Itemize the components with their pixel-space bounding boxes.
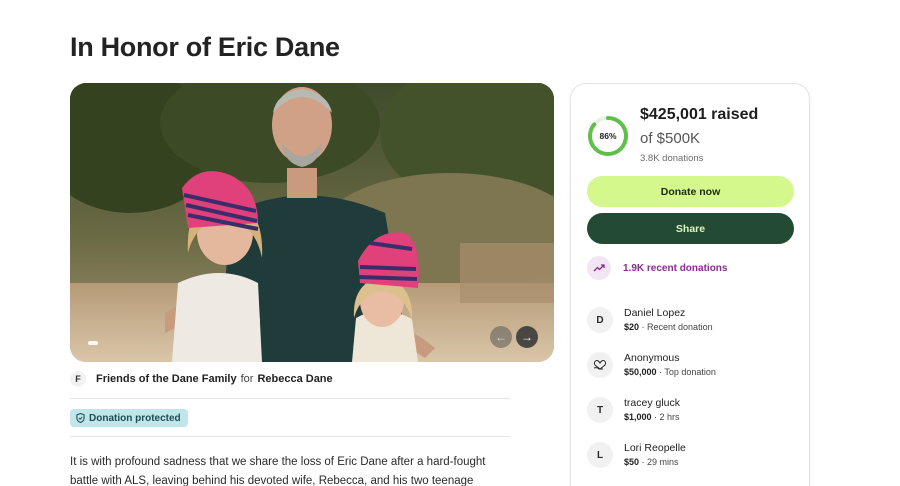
organizer-for-text: for: [240, 373, 254, 385]
campaign-photo: [70, 83, 554, 362]
carousel-prev-button[interactable]: ←: [490, 326, 512, 348]
donor-name: Daniel Lopez: [624, 307, 686, 319]
donor-name: tracey gluck: [624, 397, 681, 409]
heart-hand-icon: [587, 352, 613, 378]
amount-raised: $425,001 raised: [640, 106, 759, 123]
divider: [70, 398, 510, 399]
arrow-left-icon: ←: [495, 330, 507, 344]
page-title: In Honor of Eric Dane: [70, 32, 340, 62]
progress-percent: 86%: [599, 131, 617, 141]
organizer-line: F Friends of the Dane Family for Rebecca…: [70, 371, 333, 387]
donor-note: · Recent donation: [639, 322, 713, 332]
arrow-right-icon: →: [521, 330, 533, 344]
donor-note: · Top donation: [656, 367, 716, 377]
donation-count: 3.8K donations: [640, 153, 704, 164]
carousel-next-button[interactable]: →: [516, 326, 538, 348]
trending-up-icon: [587, 256, 611, 280]
recent-donations-link[interactable]: 1.9K recent donations: [587, 256, 727, 280]
donation-card: 86% $425,001 raised of $500K 3.8K donati…: [570, 83, 810, 486]
beneficiary-name[interactable]: Rebecca Dane: [257, 373, 332, 385]
donor-note: · 29 mins: [639, 457, 679, 467]
donor-amount: $1,000: [624, 412, 652, 422]
organizer-name[interactable]: Friends of the Dane Family: [96, 373, 237, 385]
organizer-avatar: F: [70, 371, 86, 387]
share-button[interactable]: Share: [587, 213, 794, 244]
donate-now-button[interactable]: Donate now: [587, 176, 794, 207]
recent-donations-label: 1.9K recent donations: [623, 262, 728, 274]
donor-amount: $20: [624, 322, 640, 332]
donor-item: L Lori Reopelle $50 · 29 mins: [587, 441, 686, 469]
story-text: It is with profound sadness that we shar…: [70, 456, 486, 486]
donor-avatar: T: [587, 397, 613, 423]
donor-amount: $50,000: [624, 367, 657, 377]
donor-item: T tracey gluck $1,000 · 2 hrs: [587, 396, 680, 424]
donation-protected-badge[interactable]: Donation protected: [70, 409, 188, 427]
donor-avatar: D: [587, 307, 613, 333]
donor-amount: $50: [624, 457, 640, 467]
campaign-photo-carousel[interactable]: ← →: [70, 83, 554, 362]
shield-icon: [76, 413, 85, 423]
donor-name: Anonymous: [624, 352, 680, 364]
divider: [70, 436, 510, 437]
donor-item: D Daniel Lopez $20 · Recent donation: [587, 306, 713, 334]
goal-amount: of $500K: [640, 130, 701, 147]
badge-label: Donation protected: [89, 412, 181, 424]
donor-name: Lori Reopelle: [624, 442, 686, 454]
donor-avatar: L: [587, 442, 613, 468]
carousel-indicator[interactable]: [88, 341, 98, 345]
donor-note: · 2 hrs: [651, 412, 680, 422]
donor-item: Anonymous $50,000 · Top donation: [587, 351, 716, 379]
